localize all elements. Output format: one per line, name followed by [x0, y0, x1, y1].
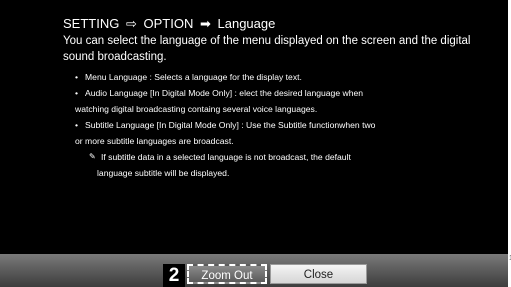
- breadcrumb: SETTING ⇨ OPTION ➡ Language: [63, 15, 483, 33]
- bullet-icon: •: [75, 72, 79, 82]
- list-item-text: Audio Language [In Digital Mode Only] : …: [85, 88, 364, 98]
- note-text-continued: language subtitle will be displayed.: [97, 168, 230, 178]
- feature-list: • Menu Language : Selects a language for…: [63, 69, 483, 149]
- list-item-text-continued: watching digital broadcasting containg s…: [75, 104, 318, 114]
- help-screen: SETTING ⇨ OPTION ➡ Language You can sele…: [0, 0, 508, 287]
- breadcrumb-option: OPTION: [143, 16, 194, 31]
- list-item-text: Subtitle Language [In Digital Mode Only]…: [85, 120, 376, 130]
- breadcrumb-language: Language: [217, 16, 276, 31]
- close-button[interactable]: Close: [270, 264, 367, 284]
- note: ✎ If subtitle data in a selected languag…: [63, 149, 483, 181]
- zoom-out-button[interactable]: Zoom Out: [187, 264, 267, 284]
- step-number-badge: 2: [163, 264, 185, 287]
- solid-arrow-icon: ➡: [199, 16, 211, 31]
- breadcrumb-setting: SETTING: [63, 16, 120, 31]
- list-item: • Menu Language : Selects a language for…: [63, 69, 483, 85]
- list-item-text-continued: or more subtitle languages are broadcast…: [75, 136, 234, 146]
- hollow-arrow-icon: ⇨: [125, 16, 137, 31]
- list-item: • Subtitle Language [In Digital Mode Onl…: [63, 117, 483, 149]
- note-pencil-icon: ✎: [89, 152, 96, 161]
- list-item: • Audio Language [In Digital Mode Only] …: [63, 85, 483, 117]
- intro-text: You can select the language of the menu …: [63, 35, 471, 63]
- list-item-text: Menu Language : Selects a language for t…: [85, 72, 302, 82]
- bullet-icon: •: [75, 120, 79, 130]
- help-content: SETTING ⇨ OPTION ➡ Language You can sele…: [63, 15, 483, 181]
- bullet-icon: •: [75, 88, 79, 98]
- note-text: If subtitle data in a selected language …: [101, 152, 351, 162]
